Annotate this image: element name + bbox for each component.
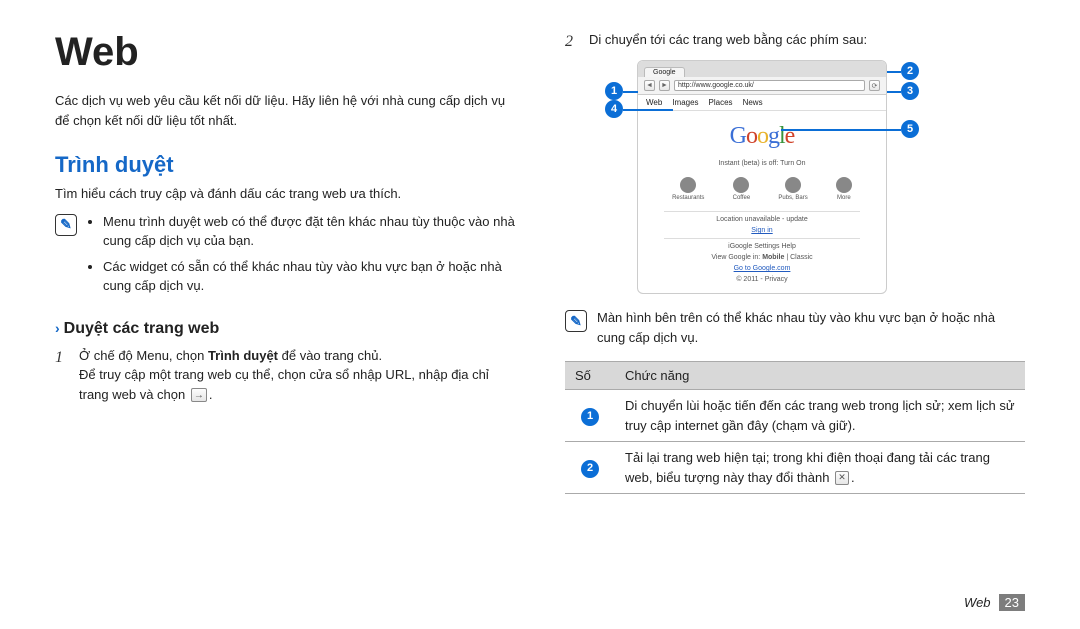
- chevron-right-icon: ›: [55, 320, 60, 336]
- close-icon: ✕: [835, 471, 849, 485]
- forward-arrow-icon: ►: [659, 80, 670, 91]
- browser-screenshot: Google ◄ ► http://www.google.co.uk/ ⟳ We…: [637, 60, 887, 294]
- icon-label: More: [837, 195, 851, 201]
- icon-label: Restaurants: [672, 195, 704, 201]
- callout-connector: [623, 109, 673, 111]
- step1-line1: Ở chế độ Menu, chọn Trình duyệt để vào t…: [79, 346, 515, 366]
- step1-text-b: để vào trang chủ.: [278, 348, 382, 363]
- row-bubble-1: 1: [581, 408, 599, 426]
- step1-period: .: [209, 387, 213, 402]
- callout-4: 4: [605, 100, 623, 118]
- note-item: Menu trình duyệt web có thể được đặt tên…: [103, 212, 515, 251]
- subsection-title: ›Duyệt các trang web: [55, 320, 515, 338]
- restaurants-icon: [680, 177, 696, 193]
- icon-label: Pubs, Bars: [778, 195, 807, 201]
- instant-text: Instant (beta) is off: Turn On: [644, 160, 880, 167]
- note-icon: ✎: [565, 310, 587, 332]
- step1-text-c: Để truy cập một trang web cụ thể, chọn c…: [79, 367, 489, 402]
- nav-tab: Web: [646, 98, 662, 107]
- row-desc: Di chuyển lùi hoặc tiến đến các trang we…: [615, 390, 1025, 442]
- th-number: Số: [565, 362, 615, 390]
- callout-1: 1: [605, 82, 623, 100]
- callout-2: 2: [901, 62, 919, 80]
- callout-5: 5: [901, 120, 919, 138]
- note-icon: ✎: [55, 214, 77, 236]
- table-row: 2 Tải lại trang web hiện tại; trong khi …: [565, 442, 1025, 494]
- step-number-1: 1: [55, 346, 69, 405]
- page-title: Web: [55, 30, 515, 75]
- row-bubble-2: 2: [581, 460, 599, 478]
- google-logo: Google: [644, 123, 880, 150]
- note-item: Các widget có sẵn có thể khác nhau tùy v…: [103, 257, 515, 296]
- go-arrow-icon: →: [191, 388, 207, 402]
- row-desc: Tải lại trang web hiện tại; trong khi đi…: [615, 442, 1025, 494]
- nav-tab: Places: [709, 98, 733, 107]
- page-footer: Web 23: [964, 594, 1025, 611]
- signin-link: Sign in: [751, 227, 772, 234]
- footer-category: Web: [964, 595, 991, 610]
- step2-text: Di chuyển tới các trang web bằng các phí…: [589, 30, 1025, 54]
- step1-text-a: Ở chế độ Menu, chọn: [79, 348, 208, 363]
- back-arrow-icon: ◄: [644, 80, 655, 91]
- screenshot-note: Màn hình bên trên có thể khác nhau tùy v…: [597, 308, 1025, 347]
- step1-line2: Để truy cập một trang web cụ thể, chọn c…: [79, 365, 515, 404]
- callout-connector: [887, 91, 901, 93]
- nav-tab: News: [743, 98, 763, 107]
- view-mode-text: View Google in: Mobile | Classic: [644, 254, 880, 261]
- function-table: Số Chức năng 1 Di chuyển lùi hoặc tiến đ…: [565, 361, 1025, 494]
- callout-connector: [781, 129, 901, 131]
- location-text: Location unavailable - update: [644, 216, 880, 223]
- url-bar: http://www.google.co.uk/: [674, 80, 865, 91]
- footer-page-number: 23: [999, 594, 1025, 611]
- callout-connector: [887, 71, 901, 73]
- step1-bold: Trình duyệt: [208, 348, 278, 363]
- table-row: 1 Di chuyển lùi hoặc tiến đến các trang …: [565, 390, 1025, 442]
- goto-link: Go to Google.com: [734, 265, 791, 272]
- section-desc: Tìm hiểu cách truy cập và đánh dấu các t…: [55, 184, 515, 204]
- callout-3: 3: [901, 82, 919, 100]
- nav-tab: Images: [672, 98, 698, 107]
- more-icon: [836, 177, 852, 193]
- pubs-bars-icon: [785, 177, 801, 193]
- subsection-title-text: Duyệt các trang web: [64, 320, 220, 337]
- copyright-text: © 2011 - Privacy: [644, 276, 880, 283]
- coffee-icon: [733, 177, 749, 193]
- intro-text: Các dịch vụ web yêu cầu kết nối dữ liệu.…: [55, 91, 515, 130]
- section-title: Trình duyệt: [55, 152, 515, 178]
- step-number-2: 2: [565, 30, 579, 54]
- reload-icon: ⟳: [869, 80, 880, 91]
- footer-links: iGoogle Settings Help: [644, 243, 880, 250]
- icon-label: Coffee: [733, 195, 751, 201]
- browser-tab: Google: [644, 67, 685, 77]
- th-function: Chức năng: [615, 362, 1025, 390]
